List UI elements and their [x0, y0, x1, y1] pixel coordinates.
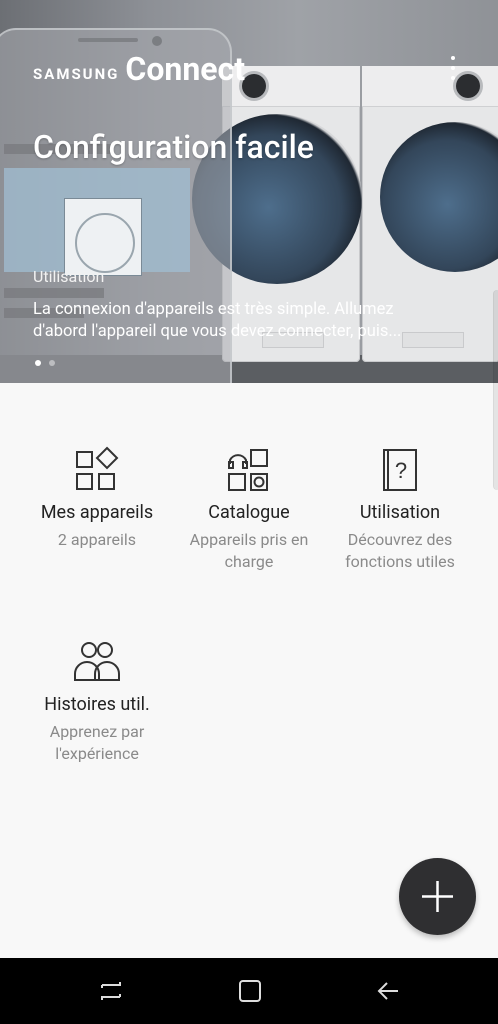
system-navigation-bar: [0, 958, 498, 1024]
brand-connect: Connect: [125, 50, 246, 88]
svg-text:?: ?: [395, 458, 407, 483]
plus-icon: [422, 881, 453, 912]
page-dot-1: [35, 360, 41, 366]
tile-subtitle: Apprenez par l'expérience: [49, 722, 145, 763]
app-logo: SAMSUNG Connect: [33, 50, 245, 88]
page-dot-2: [49, 360, 55, 366]
tile-subtitle: 2 appareils: [57, 530, 137, 549]
tile-histoires[interactable]: Histoires util. Apprenez par l'expérienc…: [22, 638, 172, 765]
hero-category: Utilisation: [33, 267, 105, 286]
tile-subtitle: Découvrez des fonctions utiles: [345, 530, 455, 571]
users-icon: [74, 642, 120, 681]
add-device-button[interactable]: [399, 858, 476, 935]
more-options-icon[interactable]: [446, 56, 460, 80]
tile-title: Mes appareils: [40, 502, 154, 523]
hero-description: La connexion d'appareils est très simple…: [33, 300, 402, 341]
tile-catalogue[interactable]: Catalogue Appareils pris en charge: [174, 446, 324, 573]
tile-title: Histoires util.: [44, 694, 150, 715]
brand-samsung: SAMSUNG: [33, 65, 120, 83]
tile-subtitle: Appareils pris en charge: [189, 530, 309, 571]
page-indicator: [35, 360, 55, 366]
help-book-icon: ?: [383, 449, 417, 491]
home-icon[interactable]: [237, 978, 263, 1004]
catalog-icon: [228, 449, 268, 491]
tile-utilisation[interactable]: ? Utilisation Découvrez des fonctions ut…: [325, 446, 475, 573]
tile-title: Catalogue: [208, 502, 290, 523]
hero-banner[interactable]: SAMSUNG Connect Configuration facile Uti…: [0, 0, 498, 383]
hero-title: Configuration facile: [33, 128, 314, 166]
tile-mes-appareils[interactable]: Mes appareils 2 appareils: [22, 446, 172, 551]
apps-grid-icon: [76, 446, 119, 490]
recents-icon[interactable]: [98, 978, 124, 1004]
back-icon[interactable]: [376, 978, 402, 1004]
tile-title: Utilisation: [359, 502, 441, 523]
edge-panel-handle[interactable]: [494, 290, 498, 490]
